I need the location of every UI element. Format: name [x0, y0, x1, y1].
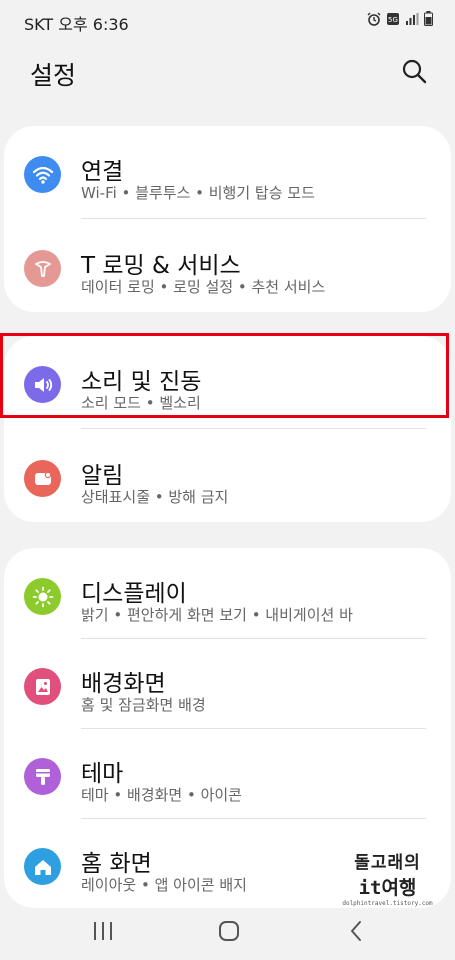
menu-item-display[interactable]: 디스플레이 밝기 • 편안하게 화면 보기 • 내비게이션 바 [4, 548, 451, 638]
item-subtitle: 테마 • 배경화면 • 아이콘 [81, 786, 242, 804]
back-button[interactable] [342, 918, 372, 944]
search-icon [402, 59, 427, 84]
item-title: 홈 화면 [81, 851, 152, 877]
wifi-icon [32, 166, 53, 184]
watermark: 돌고래의 it여행 dolphintravel.tistory.com [330, 848, 445, 907]
carrier-label: SKT [24, 15, 54, 34]
image-icon [35, 678, 50, 695]
battery-icon [424, 11, 433, 26]
recent-apps-icon [94, 922, 112, 940]
sun-icon [32, 586, 53, 607]
item-title: T 로밍 & 서비스 [81, 253, 241, 279]
notification-icon [34, 471, 51, 485]
menu-item-themes[interactable]: 테마 테마 • 배경화면 • 아이콘 [4, 728, 451, 818]
item-subtitle: 홈 및 잠금화면 배경 [81, 696, 206, 714]
item-title: 테마 [81, 761, 124, 787]
back-icon [351, 921, 361, 941]
navigation-bar [0, 900, 455, 960]
item-subtitle: 밝기 • 편안하게 화면 보기 • 내비게이션 바 [81, 606, 353, 624]
menu-item-connections[interactable]: 연결 Wi-Fi • 블루투스 • 비행기 탑승 모드 [4, 126, 451, 216]
watermark-subtitle: it여행 [358, 877, 417, 899]
home-button[interactable] [214, 918, 244, 944]
header: 설정 [0, 42, 455, 102]
icon-badge [24, 460, 61, 497]
alarm-icon [367, 12, 381, 26]
recent-apps-button[interactable] [88, 918, 118, 944]
item-title: 알림 [81, 463, 124, 489]
item-subtitle: Wi-Fi • 블루투스 • 비행기 탑승 모드 [81, 184, 315, 202]
icon-badge [24, 668, 61, 705]
icon-badge [24, 758, 61, 795]
status-time: 오후 6:36 [58, 15, 129, 34]
divider [81, 428, 426, 429]
icon-badge [24, 578, 61, 615]
home-nav-icon [219, 921, 239, 941]
menu-item-t-roaming[interactable]: T 로밍 & 서비스 데이터 로밍 • 로밍 설정 • 추천 서비스 [4, 220, 451, 310]
page-title: 설정 [30, 61, 77, 90]
svg-text:5G: 5G [388, 16, 398, 24]
item-title: 연결 [81, 159, 124, 185]
menu-item-wallpaper[interactable]: 배경화면 홈 및 잠금화면 배경 [4, 638, 451, 728]
item-subtitle: 레이아웃 • 앱 아이콘 배지 [81, 876, 247, 894]
status-bar: SKT 오후 6:36 5G [0, 0, 455, 42]
icon-badge [24, 156, 61, 193]
item-subtitle: 데이터 로밍 • 로밍 설정 • 추천 서비스 [81, 278, 326, 296]
paint-brush-icon [35, 768, 50, 785]
5g-icon: 5G [387, 12, 399, 25]
t-roaming-icon [34, 260, 51, 277]
signal-icon [406, 12, 419, 25]
item-title: 배경화면 [81, 671, 166, 697]
divider [81, 218, 426, 219]
search-button[interactable] [401, 58, 427, 84]
item-title: 디스플레이 [81, 581, 187, 607]
highlight-box [0, 333, 449, 418]
item-subtitle: 상태표시줄 • 방해 금지 [81, 488, 229, 506]
icon-badge [24, 848, 61, 885]
watermark-title: 돌고래의 [354, 853, 421, 873]
home-icon [34, 859, 51, 875]
icon-badge [24, 250, 61, 287]
menu-item-notifications[interactable]: 알림 상태표시줄 • 방해 금지 [4, 430, 451, 520]
settings-card-connections: 연결 Wi-Fi • 블루투스 • 비행기 탑승 모드 T 로밍 & 서비스 데… [4, 126, 451, 312]
